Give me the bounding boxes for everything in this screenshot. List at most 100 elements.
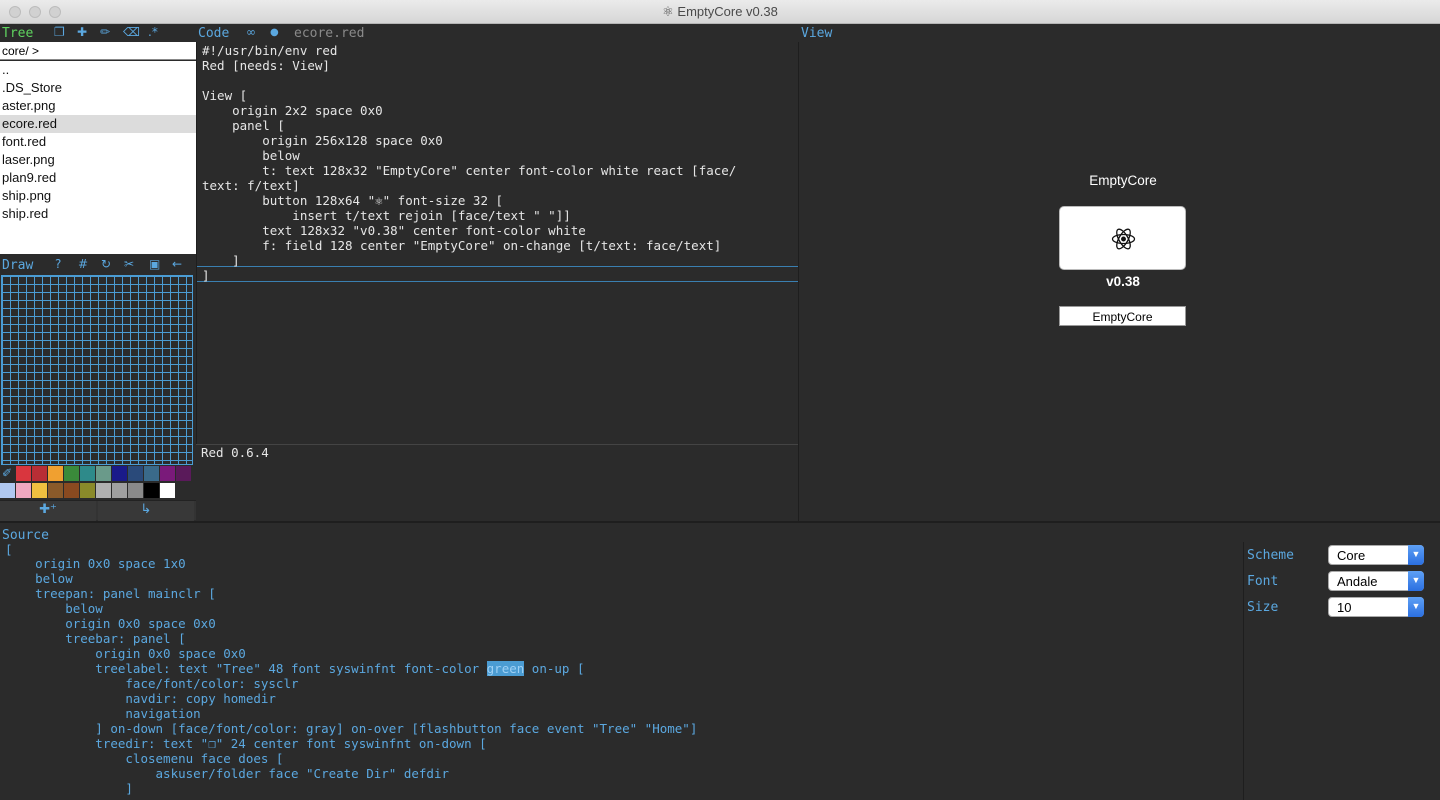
source-line: ] on-down [face/font/color: gray] on-ove… [5, 721, 698, 736]
draw-footer: ✚⁺ ↳ [0, 500, 196, 521]
palette-swatch[interactable] [144, 483, 159, 498]
scissors-icon[interactable]: ✂ [124, 257, 134, 271]
size-select[interactable]: 10 ▼ [1328, 597, 1424, 617]
palette-swatch[interactable] [80, 466, 95, 481]
frame-icon[interactable]: ▣ [149, 257, 160, 271]
palette-swatch[interactable] [112, 466, 127, 481]
font-value: Andale [1337, 574, 1378, 589]
palette-swatch[interactable] [176, 466, 191, 481]
rename-icon[interactable]: ✏ [100, 25, 110, 39]
file-list-item[interactable]: ship.png [0, 187, 196, 205]
tree-label[interactable]: Tree [2, 26, 33, 41]
palette-swatch[interactable] [48, 483, 63, 498]
source-line: origin 0x0 space 0x0 [5, 646, 246, 661]
filter-icon[interactable]: .* [148, 25, 158, 39]
source-line: ] [5, 781, 133, 796]
palette-swatch[interactable] [160, 483, 175, 498]
tree-path-field[interactable]: core/ > [0, 42, 196, 60]
file-list-item[interactable]: laser.png [0, 151, 196, 169]
current-line-highlight [197, 266, 799, 282]
palette-swatch[interactable] [64, 466, 79, 481]
insert-button[interactable]: ↳ [98, 501, 194, 521]
pixel-canvas[interactable] [1, 275, 193, 465]
palette-swatch[interactable] [64, 483, 79, 498]
window-title: ⚛ EmptyCore v0.38 [662, 4, 778, 19]
font-select[interactable]: Andale ▼ [1328, 571, 1424, 591]
rotate-icon[interactable]: ↻ [101, 257, 111, 271]
source-line: navigation [5, 706, 201, 721]
preview-text-field[interactable]: EmptyCore [1059, 306, 1186, 326]
source-highlight-word: green [486, 661, 525, 676]
palette-swatch[interactable] [32, 483, 47, 498]
draw-label[interactable]: Draw [2, 258, 33, 273]
file-list-item[interactable]: plan9.red [0, 169, 196, 187]
size-label: Size [1247, 600, 1279, 615]
palette-swatch[interactable] [112, 483, 127, 498]
modified-dot-icon: ● [270, 27, 279, 38]
back-arrow-icon[interactable]: ← [172, 257, 182, 271]
file-list-item[interactable]: .DS_Store [0, 79, 196, 97]
preview-version-text: v0.38 [1106, 274, 1140, 289]
panel-divider[interactable] [0, 521, 1440, 523]
delete-icon[interactable]: ⌫ [123, 25, 140, 39]
new-file-icon[interactable]: ✚ [77, 25, 87, 39]
link-icon[interactable]: ∞ [246, 25, 256, 39]
scheme-label: Scheme [1247, 548, 1294, 563]
code-line: Red [needs: View] [202, 58, 330, 73]
palette-swatch[interactable] [96, 483, 111, 498]
code-line: ] [202, 253, 240, 268]
palette-swatch[interactable] [128, 483, 143, 498]
view-label[interactable]: View [801, 26, 832, 41]
source-line: closemenu face does [ [5, 751, 284, 766]
source-viewer[interactable]: [ origin 0x0 space 1x0 below treepan: pa… [0, 542, 1243, 800]
palette-swatch[interactable] [160, 466, 175, 481]
file-list-item-selected[interactable]: ecore.red [0, 115, 196, 133]
code-line: f: field 128 center "EmptyCore" on-chang… [202, 238, 722, 253]
font-label: Font [1247, 574, 1279, 589]
color-palette: ✐ [0, 466, 196, 498]
palette-swatch[interactable] [16, 466, 31, 481]
file-list-item[interactable]: aster.png [0, 97, 196, 115]
new-dir-icon[interactable]: ❐ [54, 25, 65, 39]
source-line: treepan: panel mainclr [ [5, 586, 216, 601]
help-icon[interactable]: ? [55, 257, 61, 271]
palette-swatch[interactable] [144, 466, 159, 481]
file-list: .. .DS_Store aster.png ecore.red font.re… [0, 61, 196, 254]
source-line: treebar: panel [ [5, 631, 186, 646]
view-toolbar: View [798, 24, 1440, 42]
source-line: treedir: text "❐" 24 center font syswinf… [5, 736, 487, 751]
code-line: t: text 128x32 "EmptyCore" center font-c… [202, 163, 737, 178]
code-line: panel [ [202, 118, 285, 133]
view-preview: EmptyCore v0.38 EmptyCore [798, 42, 1440, 521]
code-line: ] [202, 268, 210, 283]
palette-swatch[interactable] [32, 466, 47, 481]
code-line: below [202, 148, 300, 163]
settings-panel: Scheme Core ▼ Font Andale ▼ Size 10 ▼ [1243, 542, 1440, 800]
source-line-text: treelabel: text "Tree" 48 font syswinfnt… [5, 661, 487, 676]
palette-swatch[interactable] [0, 483, 15, 498]
code-editor[interactable]: #!/usr/bin/env red Red [needs: View] Vie… [196, 42, 799, 444]
code-line: text: f/text] [202, 178, 300, 193]
file-list-item[interactable]: font.red [0, 133, 196, 151]
file-list-item[interactable]: ship.red [0, 205, 196, 223]
draw-toolbar: Draw ? # ↻ ✂ ▣ ← [0, 256, 196, 274]
title-bar: ⚛ EmptyCore v0.38 [0, 0, 1440, 24]
preview-atom-button[interactable] [1059, 206, 1186, 270]
code-toolbar: Code ∞ ● ecore.red [196, 24, 798, 42]
source-label[interactable]: Source [2, 528, 49, 543]
add-frame-button[interactable]: ✚⁺ [0, 501, 96, 521]
palette-swatch[interactable] [48, 466, 63, 481]
file-list-item[interactable]: .. [0, 61, 196, 79]
palette-swatch[interactable] [128, 466, 143, 481]
scheme-select[interactable]: Core ▼ [1328, 545, 1424, 565]
palette-swatch[interactable] [16, 483, 31, 498]
code-label[interactable]: Code [198, 26, 229, 41]
palette-swatch[interactable] [80, 483, 95, 498]
grid-icon[interactable]: # [78, 257, 88, 271]
console-output[interactable]: Red 0.6.4 [196, 444, 798, 521]
palette-swatch[interactable] [96, 466, 111, 481]
source-line: below [5, 601, 103, 616]
eyedropper-icon[interactable]: ✐ [2, 466, 12, 480]
code-line: origin 256x128 space 0x0 [202, 133, 443, 148]
chevron-down-icon: ▼ [1408, 571, 1424, 591]
